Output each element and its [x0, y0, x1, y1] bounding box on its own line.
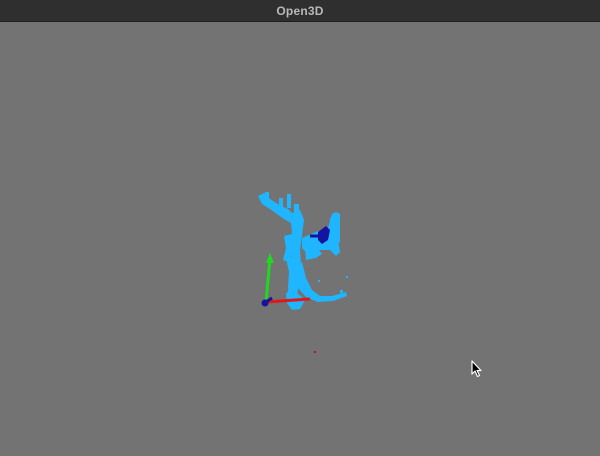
arrow-cursor-icon	[471, 360, 482, 378]
axis-origin	[261, 299, 269, 307]
scene-canvas[interactable]	[0, 22, 600, 456]
window-titlebar[interactable]: Open3D	[0, 0, 600, 22]
open3d-window: Open3D	[0, 0, 600, 456]
point-cloud	[258, 192, 348, 310]
3d-viewport[interactable]	[0, 22, 600, 456]
window-title: Open3D	[276, 3, 324, 18]
y-axis	[264, 257, 272, 303]
red-point-marker	[314, 351, 316, 353]
y-axis-arrow-icon	[266, 253, 274, 263]
